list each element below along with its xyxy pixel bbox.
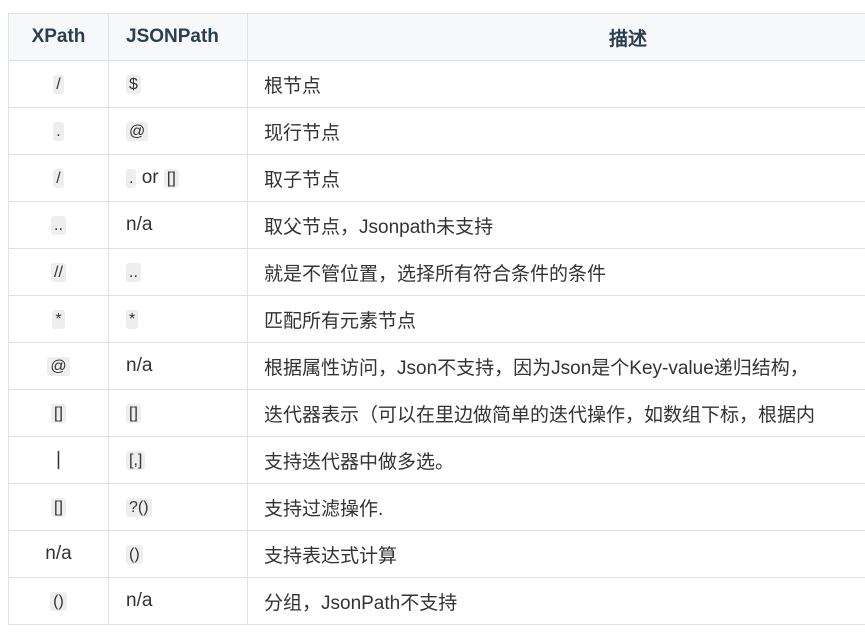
cell-description: 支持过滤操作. xyxy=(247,483,865,531)
xpath-code: [] xyxy=(51,498,66,517)
header-description: 描述 xyxy=(247,13,865,61)
xpath-code: () xyxy=(50,592,67,611)
cell-xpath: n/a xyxy=(8,530,109,578)
cell-description: 根节点 xyxy=(247,60,865,108)
cell-jsonpath: n/a xyxy=(108,577,248,625)
jsonpath-code: [] xyxy=(163,169,179,188)
jsonpath-text: n/a xyxy=(126,214,153,235)
cell-jsonpath: * xyxy=(108,295,248,343)
jsonpath-text: n/a xyxy=(126,590,153,611)
cell-description: 支持迭代器中做多选。 xyxy=(247,436,865,484)
jsonpath-code: [] xyxy=(126,404,141,423)
jsonpath-code: ?() xyxy=(126,498,152,517)
cell-xpath: @ xyxy=(8,342,109,390)
header-jsonpath: JSONPath xyxy=(108,13,248,61)
cell-xpath: () xyxy=(8,577,109,625)
jsonpath-code: * xyxy=(126,310,139,329)
cell-jsonpath: () xyxy=(108,530,248,578)
xpath-text: | xyxy=(56,449,61,470)
cell-xpath: / xyxy=(8,60,109,108)
cell-xpath: // xyxy=(8,248,109,296)
cell-xpath: | xyxy=(8,436,109,484)
table-row: .. n/a 取父节点，Jsonpath未支持 xyxy=(8,201,865,249)
table-row: / $ 根节点 xyxy=(8,60,865,108)
header-xpath: XPath xyxy=(8,13,109,61)
cell-description: 根据属性访问，Json不支持，因为Json是个Key-value递归结构， xyxy=(247,342,865,390)
xpath-code: / xyxy=(53,75,64,94)
cell-xpath: [] xyxy=(8,483,109,531)
table-row: /. or [] 取子节点 xyxy=(8,154,865,202)
xpath-code: * xyxy=(52,310,65,329)
cell-xpath: [] xyxy=(8,389,109,437)
table-row: @ n/a 根据属性访问，Json不支持，因为Json是个Key-value递归结构… xyxy=(8,342,865,390)
cell-description: 取子节点 xyxy=(247,154,865,202)
table-row: //.. 就是不管位置，选择所有符合条件的条件 xyxy=(8,248,865,296)
header-row: XPath JSONPath 描述 xyxy=(8,13,865,61)
jsonpath-code: .. xyxy=(126,263,141,282)
cell-jsonpath: [] xyxy=(108,389,248,437)
cell-description: 迭代器表示（可以在里边做简单的迭代操作，如数组下标，根据内 xyxy=(247,389,865,437)
cell-description: 匹配所有元素节点 xyxy=(247,295,865,343)
jsonpath-code: [,] xyxy=(126,451,146,470)
table-row: | [,] 支持迭代器中做多选。 xyxy=(8,436,865,484)
cell-jsonpath: ?() xyxy=(108,483,248,531)
xpath-text: n/a xyxy=(45,543,72,564)
jsonpath-code: @ xyxy=(126,122,149,141)
jsonpath-code: () xyxy=(126,545,143,564)
cell-description: 就是不管位置，选择所有符合条件的条件 xyxy=(247,248,865,296)
cell-jsonpath: $ xyxy=(108,60,248,108)
xpath-code: // xyxy=(51,263,66,282)
cell-description: 分组，JsonPath不支持 xyxy=(247,577,865,625)
jsonpath-text: or xyxy=(136,167,164,188)
cell-description: 支持表达式计算 xyxy=(247,530,865,578)
table-row: * * 匹配所有元素节点 xyxy=(8,295,865,343)
jsonpath-code: . xyxy=(126,169,137,188)
table-container: XPath JSONPath 描述 / $ 根节点. @ 现行节点 /. or [] 取子节… xyxy=(8,13,865,625)
cell-jsonpath: n/a xyxy=(108,201,248,249)
cell-xpath: .. xyxy=(8,201,109,249)
cell-jsonpath: n/a xyxy=(108,342,248,390)
xpath-code: @ xyxy=(47,357,70,376)
xpath-code: / xyxy=(53,169,64,188)
cell-jsonpath: .. xyxy=(108,248,248,296)
cell-description: 现行节点 xyxy=(247,107,865,155)
cell-xpath: * xyxy=(8,295,109,343)
cell-xpath: . xyxy=(8,107,109,155)
xpath-code: . xyxy=(53,122,64,141)
cell-description: 取父节点，Jsonpath未支持 xyxy=(247,201,865,249)
cell-xpath: / xyxy=(8,154,109,202)
table-row: n/a () 支持表达式计算 xyxy=(8,530,865,578)
xpath-code: [] xyxy=(51,404,66,423)
table-row: [] [] 迭代器表示（可以在里边做简单的迭代操作，如数组下标，根据内 xyxy=(8,389,865,437)
xpath-jsonpath-table: XPath JSONPath 描述 / $ 根节点. @ 现行节点 /. or [] 取子节… xyxy=(8,13,865,625)
jsonpath-code: $ xyxy=(126,75,141,94)
table-body: / $ 根节点. @ 现行节点 /. or [] 取子节点.. n/a 取父节点，Jsonpat… xyxy=(8,60,865,625)
table-row: . @ 现行节点 xyxy=(8,107,865,155)
table-header: XPath JSONPath 描述 xyxy=(8,13,865,61)
cell-jsonpath: @ xyxy=(108,107,248,155)
table-row: [] ?() 支持过滤操作. xyxy=(8,483,865,531)
cell-jsonpath: . or [] xyxy=(108,154,248,202)
jsonpath-text: n/a xyxy=(126,355,153,376)
table-row: () n/a 分组，JsonPath不支持 xyxy=(8,577,865,625)
xpath-code: .. xyxy=(51,216,66,235)
cell-jsonpath: [,] xyxy=(108,436,248,484)
